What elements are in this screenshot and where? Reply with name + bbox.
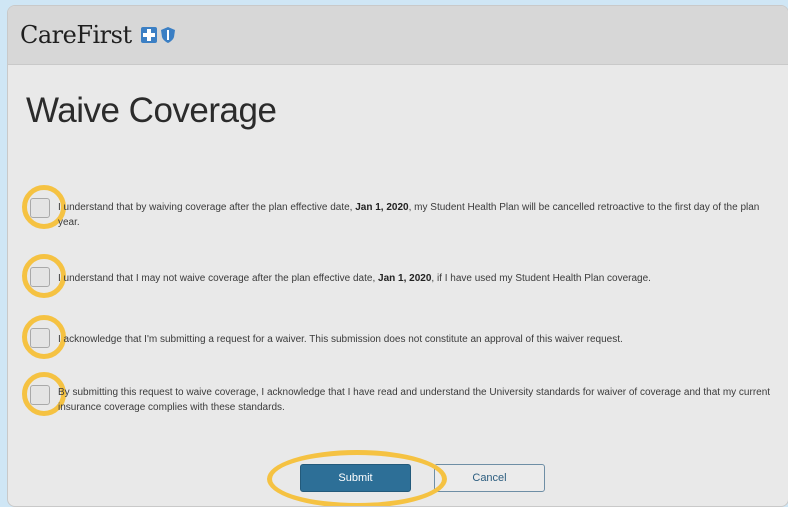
acknowledgement-checkbox-2[interactable] bbox=[30, 267, 50, 287]
acknowledgement-item: I acknowledge that I'm submitting a requ… bbox=[18, 312, 778, 362]
blue-cross-icon bbox=[140, 27, 157, 43]
acknowledgement-item: By submitting this request to waive cove… bbox=[18, 368, 778, 428]
brand-wordmark: CareFirst bbox=[20, 21, 132, 49]
submit-button[interactable]: Submit bbox=[300, 464, 411, 492]
acknowledgement-text-2: I understand that I may not waive covera… bbox=[58, 273, 651, 284]
form-actions: Submit Cancel bbox=[8, 464, 788, 494]
acknowledgement-text-4: By submitting this request to waive cove… bbox=[58, 387, 771, 413]
waiver-dialog: CareFirst Waive Coverage I understand th… bbox=[7, 5, 788, 507]
acknowledgement-item: I understand that by waiving coverage af… bbox=[18, 182, 778, 242]
page-title: Waive Coverage bbox=[26, 91, 277, 130]
acknowledgement-text-3: I acknowledge that I'm submitting a requ… bbox=[58, 334, 623, 345]
acknowledgement-checkbox-4[interactable] bbox=[30, 385, 50, 405]
logo-icons bbox=[140, 26, 176, 44]
acknowledgement-item: I understand that I may not waive covera… bbox=[18, 252, 778, 302]
carefirst-logo: CareFirst bbox=[20, 21, 176, 49]
cancel-button[interactable]: Cancel bbox=[434, 464, 545, 492]
acknowledgement-checkbox-1[interactable] bbox=[30, 198, 50, 218]
acknowledgement-text-1: I understand that by waiving coverage af… bbox=[58, 202, 760, 228]
acknowledgement-checkbox-3[interactable] bbox=[30, 328, 50, 348]
app-header: CareFirst bbox=[8, 6, 788, 65]
blue-shield-icon bbox=[160, 27, 175, 43]
